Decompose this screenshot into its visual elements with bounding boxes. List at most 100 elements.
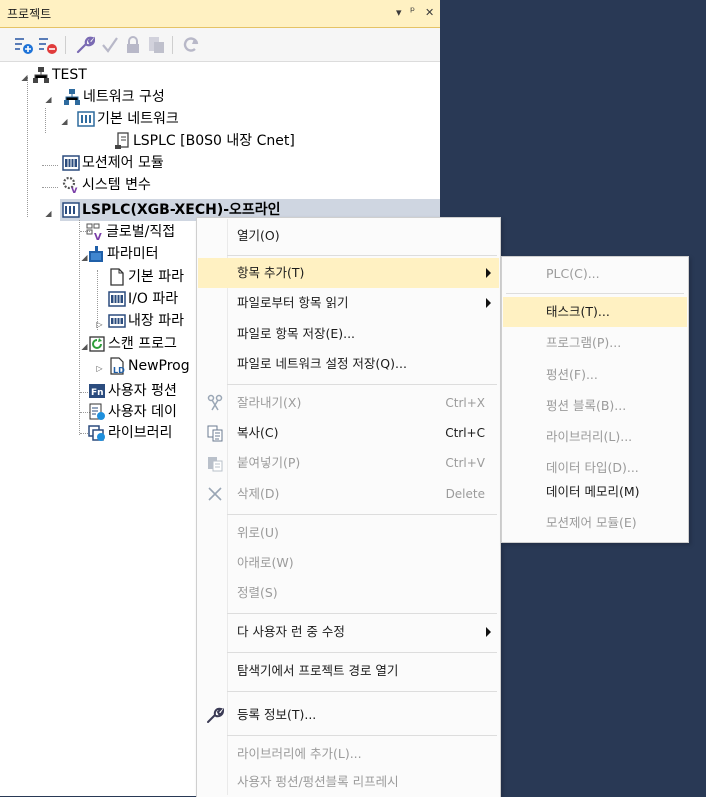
expand-arrow-icon[interactable]: ▷ [95,320,104,329]
network-icon [64,89,80,105]
module-icon [62,155,80,171]
menu-item-add-to-library[interactable]: 라이브러리에 추가(L)... [198,739,499,769]
tree-node-label: 파라미터 [107,246,159,262]
global-variable-icon: V [86,223,102,241]
submenu-item-library[interactable]: 라이브러리(L)... [503,422,687,452]
plc-cpu-icon [62,202,80,218]
toolbar-separator [65,36,66,54]
tree-node-label: I/O 파라 [128,291,179,307]
menu-item-label: 라이브러리(L)... [546,429,633,444]
toolbar-separator [172,36,173,54]
menu-item-properties[interactable]: 등록 정보(T)... [198,700,499,730]
menu-item-label: 파일로부터 항목 읽기 [237,295,349,310]
close-icon[interactable]: ✕ [425,6,434,19]
menu-item-label: 데이터 타입(D)... [546,460,639,475]
context-menu: 열기(O) 항목 추가(T) 파일로부터 항목 읽기 파일로 항목 저장(E).… [196,217,501,797]
menu-item-move-down[interactable]: 아래로(W) [198,548,499,578]
menu-item-label: 모션제어 모듈(E) [546,515,637,530]
menu-separator [227,613,497,614]
submenu-arrow-icon [486,268,491,278]
menu-item-label: 라이브러리에 추가(L)... [237,746,362,761]
expand-all-icon[interactable] [14,35,34,55]
menu-item-delete[interactable]: 삭제(D) Delete [198,479,499,509]
collapse-arrow-icon[interactable]: ◢ [44,209,53,218]
menu-separator [227,735,497,736]
pin-dropdown-icon[interactable]: ▾ [396,6,402,19]
menu-item-label: 아래로(W) [237,555,294,570]
data-type-icon [89,403,105,420]
menu-item-multi-user-online-edit[interactable]: 다 사용자 런 중 수정 [198,617,499,647]
menu-item-label: 태스크(T)... [546,304,610,319]
network-tree-icon [33,67,49,83]
menu-shortcut: Ctrl+X [445,396,485,410]
menu-item-label: 삭제(D) [237,486,280,501]
panel-toolbar [0,28,440,62]
document-icon [110,268,124,286]
menu-item-move-up[interactable]: 위로(U) [198,518,499,548]
io-module-icon [108,291,126,307]
submenu-item-function[interactable]: 펑션(F)... [503,360,687,390]
menu-item-add-item[interactable]: 항목 추가(T) [198,258,499,288]
dock-pin-icon[interactable]: ᵖ [410,4,415,18]
system-variable-icon: v [62,176,78,194]
tree-node-label: 모션제어 모듈 [82,155,164,171]
tree-node-label: TEST [52,67,87,83]
submenu-item-data-memory[interactable]: 데이터 메모리(M) [503,477,687,507]
menu-item-label: PLC(C)... [546,266,600,281]
submenu-item-program[interactable]: 프로그램(P)... [503,328,687,358]
submenu-arrow-icon [486,298,491,308]
parameter-hand-icon [89,246,103,262]
refresh-icon[interactable] [181,35,201,55]
menu-item-label: 정렬(S) [237,585,278,600]
menu-separator [506,293,684,294]
menu-item-label: 파일로 항목 저장(E)... [237,326,356,341]
menu-item-cut[interactable]: 잘라내기(X) Ctrl+X [198,388,499,418]
menu-item-label: 데이터 메모리(M) [546,484,640,499]
document-save-icon[interactable] [146,35,166,55]
submenu-item-function-block[interactable]: 펑션 블록(B)... [503,391,687,421]
tree-node-label: NewProg [128,358,190,374]
wrench-icon[interactable] [75,35,95,55]
menu-item-save-to-file[interactable]: 파일로 항목 저장(E)... [198,319,499,349]
collapse-all-icon[interactable] [38,35,58,55]
menu-separator [227,691,497,692]
menu-item-sort[interactable]: 정렬(S) [198,578,499,608]
submenu-item-task[interactable]: 태스크(T)... [503,297,687,327]
tree-node-label: 네트워크 구성 [83,89,165,105]
tree-node-label: 내장 파라 [128,313,184,329]
check-icon[interactable] [100,35,120,55]
menu-item-label: 복사(C) [237,425,279,440]
collapse-arrow-icon[interactable]: ◢ [44,95,53,104]
panel-titlebar: 프로젝트 ▾ ᵖ ✕ [0,0,440,28]
menu-separator [227,514,497,515]
network-module-icon [77,111,95,127]
expand-arrow-icon[interactable]: ▷ [95,364,104,373]
menu-item-copy[interactable]: 복사(C) Ctrl+C [198,418,499,448]
collapse-arrow-icon[interactable]: ◢ [60,117,69,126]
menu-item-open[interactable]: 열기(O) [198,221,499,251]
submenu-arrow-icon [486,627,491,637]
tree-line [42,187,58,188]
menu-item-refresh-user-functions[interactable]: 사용자 펑션/펑션블록 리프레시 [198,767,499,797]
tree-node-label: 사용자 펑션 [108,383,177,399]
lock-icon[interactable] [123,35,143,55]
tree-node-label: 라이브러리 [108,425,173,441]
submenu-item-motion-control[interactable]: 모션제어 모듈(E) [503,508,687,538]
menu-shortcut: Ctrl+V [445,456,485,470]
menu-separator [227,255,497,256]
menu-item-paste[interactable]: 붙여넣기(P) Ctrl+V [198,448,499,478]
tree-node-label: LSPLC [B0S0 내장 Cnet] [133,133,295,149]
menu-item-label: 위로(U) [237,525,279,540]
menu-item-read-from-file[interactable]: 파일로부터 항목 읽기 [198,288,499,318]
menu-item-save-network-settings[interactable]: 파일로 네트워크 설정 저장(Q)... [198,349,499,379]
collapse-arrow-icon[interactable]: ◢ [20,73,29,82]
menu-separator [227,384,497,385]
function-icon: Fn [89,384,105,398]
svg-text:V: V [94,232,102,241]
menu-item-open-in-explorer[interactable]: 탐색기에서 프로젝트 경로 열기 [198,656,499,686]
tree-node-label: 시스템 변수 [82,177,151,193]
copy-icon [207,425,223,442]
delete-x-icon [208,487,222,501]
plc-device-icon [115,132,129,149]
submenu-item-plc[interactable]: PLC(C)... [503,259,687,289]
